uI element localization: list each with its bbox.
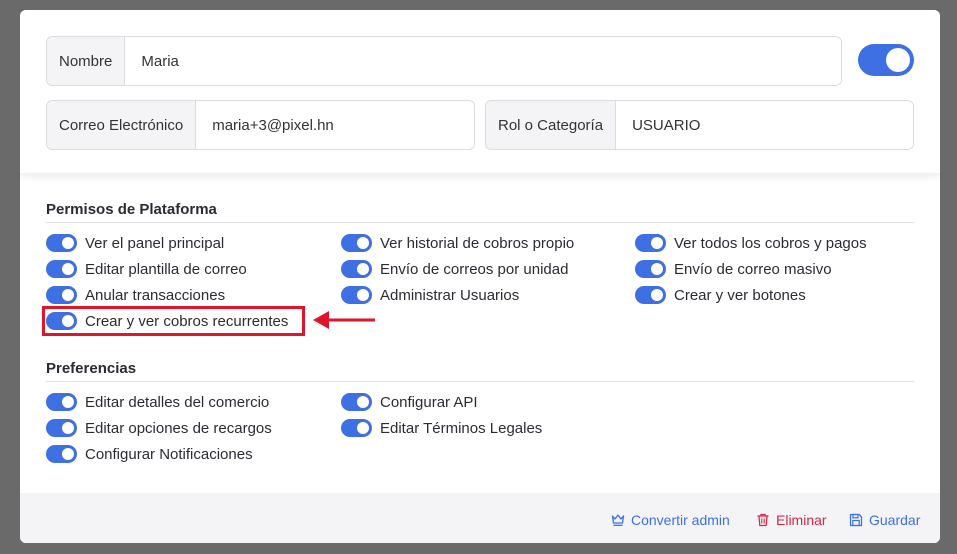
perm-item[interactable]: Editar Términos Legales <box>341 418 542 438</box>
perm-item[interactable]: Editar plantilla de correo <box>46 259 247 279</box>
crown-icon <box>611 514 625 526</box>
nombre-field[interactable]: Nombre Maria <box>46 36 842 86</box>
perm-item[interactable]: Editar opciones de recargos <box>46 418 272 438</box>
delete-button[interactable]: Eliminar <box>756 512 827 528</box>
perm-item[interactable]: Editar detalles del comercio <box>46 392 269 412</box>
convert-admin-label: Convertir admin <box>631 512 730 528</box>
correo-input[interactable]: maria+3@pixel.hn <box>196 101 474 149</box>
permission-label: Ver el panel principal <box>85 234 225 252</box>
nombre-label: Nombre <box>47 37 126 85</box>
rol-label: Rol o Categoría <box>486 101 617 149</box>
permission-toggle[interactable] <box>46 286 77 304</box>
perm-item[interactable]: Administrar Usuarios <box>341 285 519 305</box>
convert-admin-button[interactable]: Convertir admin <box>611 512 730 528</box>
save-label: Guardar <box>869 512 921 528</box>
perm-item[interactable]: Crear y ver botones <box>635 285 806 305</box>
correo-label: Correo Electrónico <box>47 101 197 149</box>
perm-item[interactable]: Configurar API <box>341 392 478 412</box>
permission-toggle[interactable] <box>635 260 666 278</box>
user-info-section: Nombre Maria Correo Electrónico maria+3@… <box>20 10 940 173</box>
modal-footer: Convertir admin Eliminar Guardar <box>20 493 940 543</box>
save-button[interactable]: Guardar <box>849 512 920 528</box>
permission-toggle[interactable] <box>341 234 372 252</box>
correo-field[interactable]: Correo Electrónico maria+3@pixel.hn <box>46 100 475 150</box>
permission-toggle[interactable] <box>341 419 372 437</box>
permission-toggle[interactable] <box>341 393 372 411</box>
permission-toggle[interactable] <box>341 286 372 304</box>
permission-label: Ver todos los cobros y pagos <box>674 234 867 252</box>
perm-item[interactable]: Anular transacciones <box>46 285 225 305</box>
perm-item[interactable]: Envío de correo masivo <box>635 259 832 279</box>
permission-toggle[interactable] <box>341 260 372 278</box>
permission-label: Envío de correo masivo <box>674 260 832 278</box>
permission-toggle[interactable] <box>635 286 666 304</box>
delete-label: Eliminar <box>776 512 827 528</box>
permission-toggle[interactable] <box>46 445 77 463</box>
permission-label: Ver historial de cobros propio <box>380 234 575 252</box>
permission-label: Envío de correos por unidad <box>380 260 569 278</box>
perm-item[interactable]: Ver el panel principal <box>46 233 224 253</box>
permission-label: Crear y ver botones <box>674 286 806 304</box>
perm-item[interactable]: Ver todos los cobros y pagos <box>635 233 867 253</box>
user-permissions-modal: Nombre Maria Correo Electrónico maria+3@… <box>20 10 940 543</box>
permission-label: Configurar API <box>380 393 478 411</box>
nombre-input[interactable]: Maria <box>125 37 841 85</box>
permission-toggle[interactable] <box>635 234 666 252</box>
perm-item[interactable]: Envío de correos por unidad <box>341 259 568 279</box>
annotation-highlight-box <box>42 306 305 336</box>
trash-icon <box>757 513 769 527</box>
rol-select[interactable]: USUARIO <box>616 101 913 149</box>
preferences-title: Preferencias <box>46 360 914 382</box>
permission-toggle[interactable] <box>46 419 77 437</box>
permission-label: Editar plantilla de correo <box>85 260 247 278</box>
perm-item[interactable]: Configurar Notificaciones <box>46 444 253 464</box>
permission-label: Configurar Notificaciones <box>85 445 253 463</box>
permission-label: Administrar Usuarios <box>380 286 520 304</box>
user-active-toggle[interactable] <box>858 44 914 76</box>
rol-field[interactable]: Rol o Categoría USUARIO <box>485 100 914 150</box>
permission-label: Editar detalles del comercio <box>85 393 270 411</box>
permission-toggle[interactable] <box>46 393 77 411</box>
permission-label: Anular transacciones <box>85 286 226 304</box>
permission-label: Editar Términos Legales <box>380 419 543 437</box>
save-icon <box>849 513 863 527</box>
arrow-left-icon <box>313 311 375 329</box>
platform-permissions-title: Permisos de Plataforma <box>46 201 914 223</box>
permission-toggle[interactable] <box>46 260 77 278</box>
permission-toggle[interactable] <box>46 234 77 252</box>
perm-item[interactable]: Ver historial de cobros propio <box>341 233 574 253</box>
permission-label: Editar opciones de recargos <box>85 419 272 437</box>
